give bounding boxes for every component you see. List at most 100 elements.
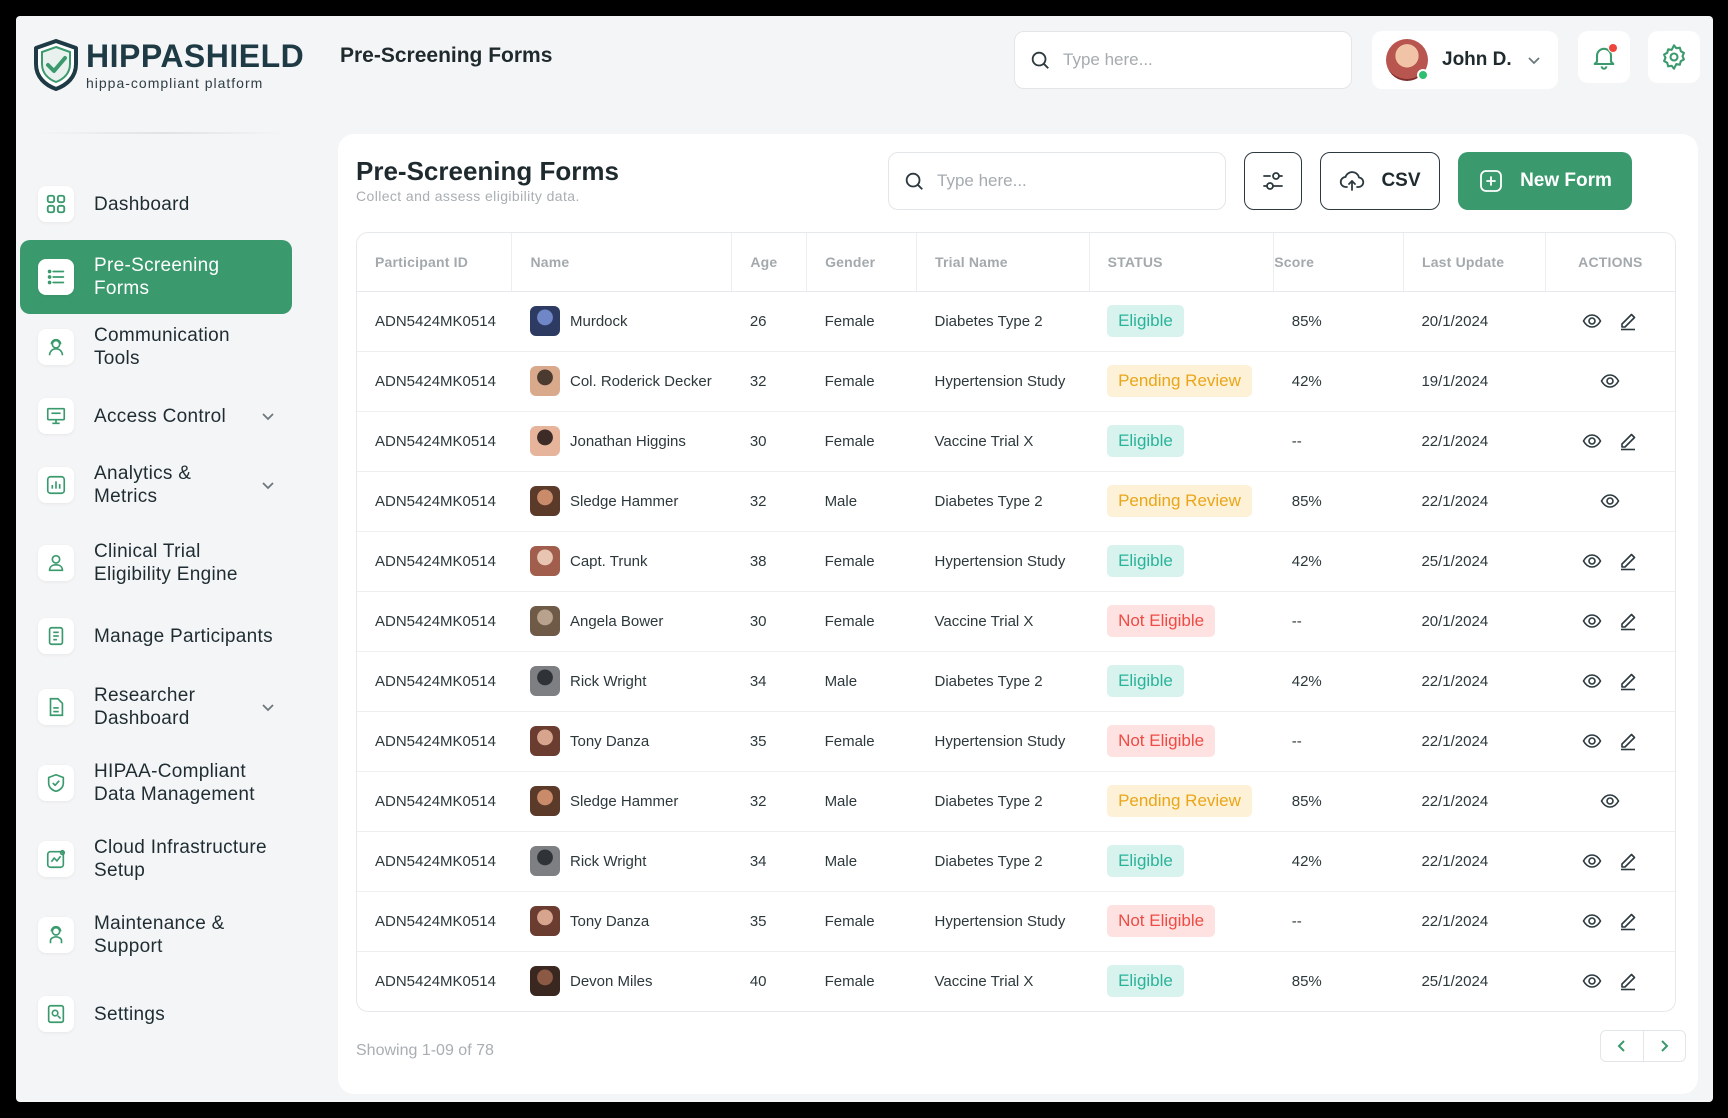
sidebar-item-clinical-trial-eligibility-engine[interactable]: Clinical Trial Eligibility Engine [20, 540, 292, 586]
csv-export-button[interactable]: CSV [1320, 152, 1440, 210]
participant-name: Rick Wright [569, 852, 647, 870]
column-header[interactable]: Age [731, 233, 808, 292]
table-search-input[interactable] [937, 171, 1197, 191]
sidebar-item-access-control[interactable]: Access Control [20, 398, 292, 434]
table-row[interactable]: ADN5424MK0514 Murdock 26 Female Diabetes Typ… [357, 291, 1675, 352]
table-row[interactable]: ADN5424MK0514 Devon Miles 40 Female Vaccine … [357, 951, 1675, 1011]
card-title: Pre-Screening Forms [356, 156, 619, 186]
participant-name: Tony Danza [569, 912, 650, 930]
participant-age: 32 [731, 351, 807, 412]
view-icon[interactable] [1582, 851, 1602, 871]
row-actions [1545, 491, 1675, 511]
avatar [529, 786, 560, 816]
edit-icon[interactable] [1618, 551, 1638, 571]
chevron-down-icon[interactable] [260, 699, 276, 715]
edit-icon[interactable] [1618, 851, 1638, 871]
table-row[interactable]: ADN5424MK0514 Capt. Trunk 38 Female Hyperten… [357, 531, 1675, 592]
participant-id: ADN5424MK0514 [357, 831, 512, 892]
last-update: 22/1/2024 [1403, 651, 1546, 712]
notifications-button[interactable] [1578, 31, 1630, 83]
column-header[interactable]: STATUS [1089, 233, 1275, 292]
column-header[interactable]: Trial Name [916, 233, 1090, 292]
view-icon[interactable] [1582, 911, 1602, 931]
user-menu[interactable]: John D. [1372, 31, 1558, 89]
view-icon[interactable] [1582, 971, 1602, 991]
score: 42% [1273, 351, 1404, 412]
edit-icon[interactable] [1618, 311, 1638, 331]
table-search[interactable] [888, 152, 1226, 210]
chevron-down-icon[interactable] [260, 477, 276, 493]
view-icon[interactable] [1600, 491, 1620, 511]
sidebar-item-label: Maintenance & Support [94, 913, 225, 957]
chevron-right-icon [1661, 1040, 1669, 1052]
header-search[interactable] [1014, 31, 1352, 89]
participant-gender: Female [806, 531, 917, 592]
table-row[interactable]: ADN5424MK0514 Tony Danza 35 Female Hypertens… [357, 711, 1675, 772]
participant-id: ADN5424MK0514 [357, 531, 512, 592]
column-header[interactable]: Name [511, 233, 733, 292]
edit-icon[interactable] [1618, 611, 1638, 631]
settings-button[interactable] [1648, 31, 1700, 83]
chevron-down-icon[interactable] [260, 408, 276, 424]
sidebar-item-analytics-metrics[interactable]: Analytics & Metrics [20, 462, 292, 508]
column-header[interactable]: Participant ID [357, 233, 513, 292]
score: 42% [1273, 531, 1404, 592]
status-badge: Not Eligible [1107, 725, 1216, 757]
table-row[interactable]: ADN5424MK0514 Angela Bower 30 Female Vaccine… [357, 591, 1675, 652]
chevron-down-icon [1528, 57, 1540, 65]
sidebar-item-manage-participants[interactable]: Manage Participants [20, 618, 292, 654]
sidebar-item-label: Cloud Infrastructure Setup [94, 837, 267, 881]
column-header: ACTIONS [1545, 233, 1675, 292]
view-icon[interactable] [1600, 791, 1620, 811]
edit-icon[interactable] [1618, 731, 1638, 751]
header-search-input[interactable] [1063, 50, 1323, 70]
view-icon[interactable] [1582, 311, 1602, 331]
online-status-dot [1417, 69, 1429, 81]
edit-icon[interactable] [1618, 671, 1638, 691]
user-name: John D. [1442, 49, 1512, 70]
table-row[interactable]: ADN5424MK0514 Col. Roderick Decker 32 Femal… [357, 351, 1675, 412]
table-row[interactable]: ADN5424MK0514 Sledge Hammer 32 Male Diabetes… [357, 771, 1675, 832]
sidebar-item-pre-screening-forms[interactable]: Pre-Screening Forms [20, 240, 292, 314]
view-icon[interactable] [1600, 371, 1620, 391]
last-update: 22/1/2024 [1403, 711, 1546, 772]
new-form-button[interactable]: New Form [1458, 152, 1632, 210]
column-header[interactable]: Last Update [1403, 233, 1546, 292]
view-icon[interactable] [1582, 431, 1602, 451]
edit-icon[interactable] [1618, 971, 1638, 991]
sidebar-item-label: Communication Tools [94, 325, 230, 369]
participant-gender: Female [806, 891, 917, 952]
participant-name: Capt. Trunk [569, 552, 648, 570]
sidebar-item-settings[interactable]: Settings [20, 996, 292, 1032]
column-header[interactable]: Score [1273, 233, 1404, 292]
brand-logo[interactable]: HIPPASHIELD hippa-compliant platform [32, 38, 304, 92]
sidebar-item-communication-tools[interactable]: Communication Tools [20, 324, 292, 370]
view-icon[interactable] [1582, 551, 1602, 571]
table-row[interactable]: ADN5424MK0514 Jonathan Higgins 30 Female Vac… [357, 411, 1675, 472]
shield-check-icon [38, 765, 74, 801]
sidebar-item-dashboard[interactable]: Dashboard [20, 186, 292, 222]
table-row[interactable]: ADN5424MK0514 Rick Wright 34 Male Diabetes T… [357, 651, 1675, 712]
view-icon[interactable] [1582, 731, 1602, 751]
view-icon[interactable] [1582, 611, 1602, 631]
prev-page-button[interactable] [1601, 1031, 1644, 1061]
last-update: 19/1/2024 [1403, 351, 1546, 412]
edit-icon[interactable] [1618, 431, 1638, 451]
participant-id: ADN5424MK0514 [375, 972, 496, 990]
next-page-button[interactable] [1644, 1031, 1686, 1061]
sidebar-item-cloud-infrastructure-setup[interactable]: Cloud Infrastructure Setup [20, 836, 292, 882]
sidebar-item-maintenance-support[interactable]: Maintenance & Support [20, 912, 292, 958]
column-header[interactable]: Gender [806, 233, 917, 292]
participant-gender: Male [806, 831, 917, 892]
edit-icon[interactable] [1618, 911, 1638, 931]
table-row[interactable]: ADN5424MK0514 Rick Wright 34 Male Diabetes T… [357, 831, 1675, 892]
sidebar-item-researcher-dashboard[interactable]: Researcher Dashboard [20, 684, 292, 730]
table-row[interactable]: ADN5424MK0514 Sledge Hammer 32 Male Diabetes… [357, 471, 1675, 532]
trial-name: Diabetes Type 2 [916, 831, 1090, 892]
filter-icon [1263, 172, 1283, 190]
table-row[interactable]: ADN5424MK0514 Tony Danza 35 Female Hypertens… [357, 891, 1675, 952]
sidebar-item-hipaa-data-management[interactable]: HIPAA-Compliant Data Management [20, 760, 292, 806]
view-icon[interactable] [1582, 671, 1602, 691]
filter-button[interactable] [1244, 152, 1302, 210]
score: 85% [1273, 291, 1404, 352]
